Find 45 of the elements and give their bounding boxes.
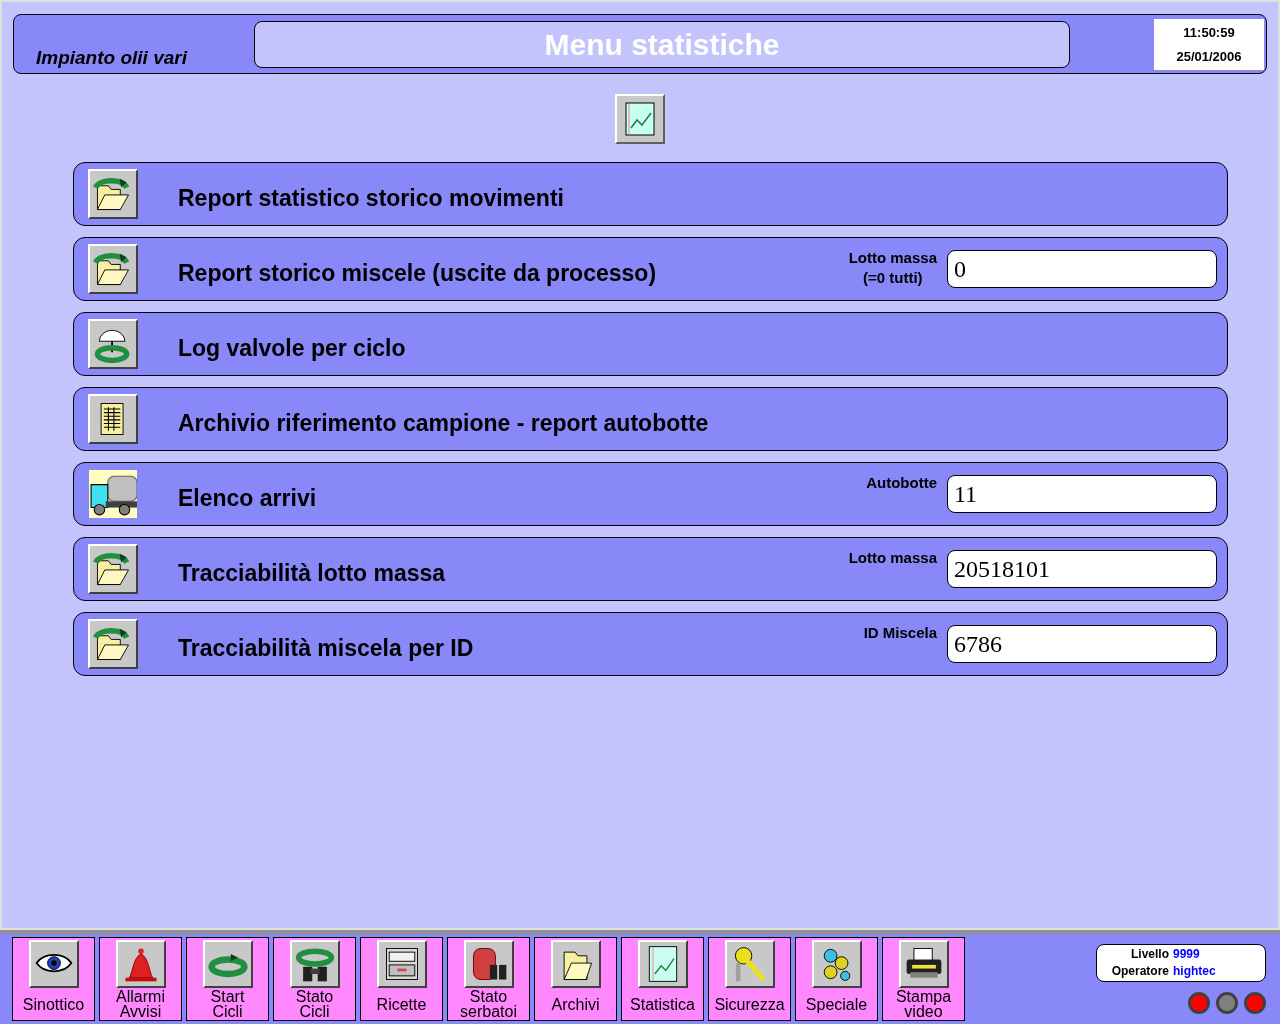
field-label: Autobotte	[866, 473, 937, 493]
field-note: (=0 tutti)	[863, 268, 923, 288]
nav-button[interactable]: Statistica	[621, 937, 704, 1021]
chart-icon	[625, 102, 655, 136]
menu-row[interactable]: Elenco arrivi Autobotte 11	[73, 462, 1228, 526]
nav-button[interactable]: Stato Cicli	[273, 937, 356, 1021]
field-label: Lotto massa	[848, 548, 937, 568]
nav-button[interactable]: Archivi	[534, 937, 617, 1021]
menu-row[interactable]: Log valvole per ciclo	[73, 312, 1228, 376]
operator-label: Operatore	[1110, 963, 1169, 980]
menu-row[interactable]: Report statistico storico movimenti	[73, 162, 1228, 226]
field-label: Lotto massa	[848, 248, 937, 268]
menu-label: Tracciabilità miscela per ID	[178, 633, 474, 663]
nav-button[interactable]: Stato serbatoi	[447, 937, 530, 1021]
nav-button[interactable]: Ricette	[360, 937, 443, 1021]
nav-button[interactable]: Start Cicli	[186, 937, 269, 1021]
clock-date: 25/01/2006	[1176, 47, 1242, 66]
input-field[interactable]: 11	[947, 475, 1217, 513]
input-field[interactable]: 20518101	[947, 550, 1217, 588]
nav-button[interactable]: Allarmi Avvisi	[99, 937, 182, 1021]
chart-button[interactable]	[615, 94, 665, 144]
menu-label: Report storico miscele (uscite da processo)	[178, 258, 657, 288]
clock-time: 11:50:59	[1183, 23, 1235, 42]
nav-button[interactable]: Stampa video	[882, 937, 965, 1021]
input-field[interactable]: 0	[947, 250, 1217, 288]
menu-label: Tracciabilità lotto massa	[178, 558, 446, 588]
menu-row[interactable]: Archivio riferimento campione - report autobotte	[73, 387, 1228, 451]
menu-row[interactable]: Tracciabilità lotto massa Lotto massa 20518101	[73, 537, 1228, 601]
menu-label: Archivio riferimento campione - report autobotte	[178, 408, 709, 438]
menu-label: Elenco arrivi	[178, 483, 317, 513]
screen-title: Menu statistiche	[254, 21, 1070, 68]
plant-name: Impianto olii vari	[36, 45, 187, 70]
menu-row[interactable]: Tracciabilità miscela per ID ID Miscela 6786	[73, 612, 1228, 676]
operator-value: hightec	[1173, 963, 1217, 980]
nav-button[interactable]: Sinottico	[12, 937, 95, 1021]
level-label: Livello	[1130, 946, 1169, 963]
nav-button[interactable]: Sicurezza	[708, 937, 791, 1021]
menu-row[interactable]: Report storico miscele (uscite da processo) Lotto massa (=0 tutti) 0	[73, 237, 1228, 301]
input-field[interactable]: 6786	[947, 625, 1217, 663]
menu-label: Log valvole per ciclo	[178, 333, 406, 363]
nav-button[interactable]: Speciale	[795, 937, 878, 1021]
level-value: 9999	[1173, 946, 1201, 963]
field-label: ID Miscela	[863, 623, 937, 643]
truck-icon	[89, 470, 137, 518]
menu-label: Report statistico storico movimenti	[178, 183, 564, 213]
